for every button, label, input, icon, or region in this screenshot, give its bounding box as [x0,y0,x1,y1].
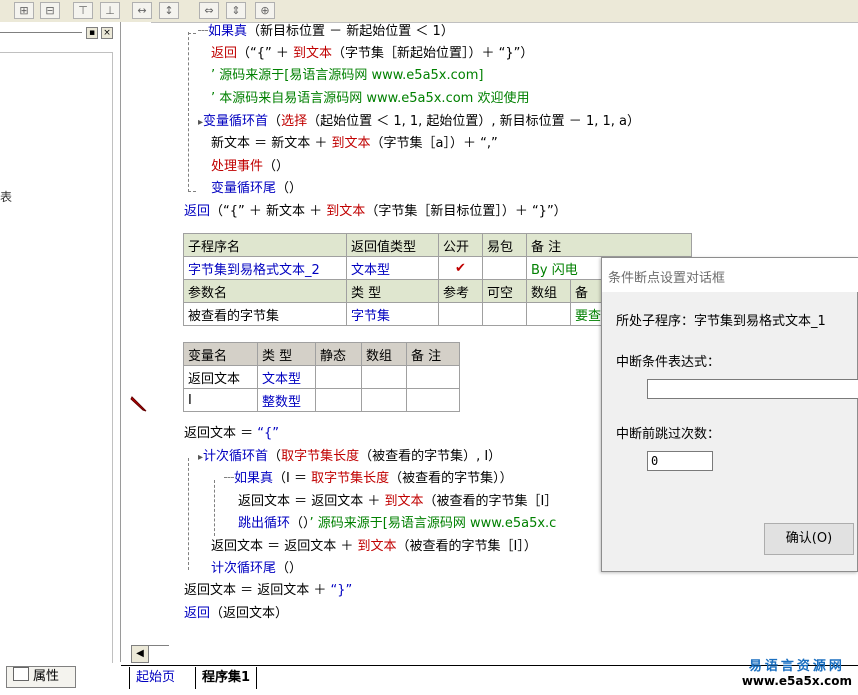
if-guide [214,480,215,536]
gutter[interactable] [121,22,151,642]
dialog-title: 条件断点设置对话框 [608,271,726,286]
return-type-cell[interactable]: 文本型 [346,256,439,280]
center-icon[interactable]: ⊕ [255,2,275,19]
table-header: 备 注 [526,233,692,257]
table-header: 变量名 [183,342,258,366]
code-line[interactable]: 跳出循环（）’ 源码来源于[易语言源码网 www.e5a5x.c [238,514,556,534]
param-name-cell[interactable]: 被查看的字节集 [183,302,347,326]
tab-start-page[interactable]: 起始页 [129,667,181,689]
table-header: 静态 [315,342,362,366]
code-line[interactable]: 处理事件（） [211,157,289,177]
code-line[interactable]: 返回（“{” ＋ 新文本 ＋ 到文本（字节集［新目标位置］）＋ “}”） [184,202,567,222]
table-header-row: 变量名 类 型 静态 数组 备 注 [183,342,460,366]
left-panel: ▪ × 表 [0,22,121,663]
table-header: 备 注 [406,342,460,366]
loop-guide [188,458,189,570]
v-space-icon[interactable]: ⇕ [226,2,246,19]
align-justify-icon[interactable]: ⊥ [100,2,120,19]
code-line[interactable]: 如果真（I ＝ 取字节集长度（被查看的字节集）） [224,469,513,489]
code-line[interactable]: 计次循环尾（） [211,559,302,579]
condition-label: 中断条件表达式： [616,355,721,370]
site-watermark: 易语言资源网 www.e5a5x.com [742,655,852,688]
code-line[interactable]: ▸计次循环首（取字节集长度（被查看的字节集）, I） [198,447,501,468]
param-nullable-cell[interactable] [482,302,527,326]
same-width-icon[interactable]: ↔ [132,2,152,19]
scroll-left-icon[interactable]: ◀ [131,645,149,663]
table-header: 数组 [526,279,571,303]
skip-count-input[interactable] [647,451,713,471]
table-header: 类 型 [257,342,316,366]
align-right-icon[interactable]: ⊤ [73,2,93,19]
param-type-cell[interactable]: 字节集 [346,302,439,326]
conditional-breakpoint-dialog: 条件断点设置对话框 所处子程序：字节集到易格式文本_1 中断条件表达式： 中断前… [601,257,858,572]
comment-line[interactable]: ’ 本源码来自易语言源码网 www.e5a5x.com 欢迎使用 [211,89,529,109]
public-check-cell[interactable]: ✔ [438,256,483,280]
properties-icon [13,667,29,681]
code-line[interactable]: 返回文本 ＝ 返回文本 ＋ 到文本（被查看的字节集［I］） [211,537,537,557]
package-cell[interactable] [482,256,527,280]
horizontal-scrollbar[interactable] [149,645,169,664]
code-line[interactable]: 返回（返回文本） [184,604,288,624]
left-panel-header: ▪ × [0,26,120,40]
table-header: 易包 [482,233,527,257]
code-line[interactable]: 返回（“{” ＋ 到文本（字节集［新起始位置］）＋ “}”） [211,44,533,64]
code-line[interactable]: ▸变量循环首（选择（起始位置 ＜ 1, 1, 起始位置）, 新目标位置 － 1,… [198,112,640,133]
table-header: 类 型 [346,279,439,303]
var-static-cell[interactable] [315,365,362,389]
properties-label: 属性 [33,669,60,684]
dialog-title-bar[interactable]: 条件断点设置对话框 [602,258,858,292]
same-height-icon[interactable]: ↕ [159,2,179,19]
confirm-button[interactable]: 确认(O) [764,523,854,555]
code-line[interactable]: 变量循环尾（） [211,179,302,199]
tab-program-set-1[interactable]: 程序集1 [195,667,258,689]
guide-tick [188,33,196,34]
code-line[interactable]: 返回文本 ＝ “{” [184,424,279,444]
brand-url: www.e5a5x.com [741,674,852,688]
table-header: 参考 [438,279,483,303]
code-line[interactable]: 如果真（新目标位置 － 新起始位置 ＜ 1） [198,22,454,42]
skip-count-label: 中断前跳过次数： [616,427,721,442]
table-header: 数组 [361,342,407,366]
variable-table: 变量名 类 型 静态 数组 备 注 返回文本 文本型 I 整数型 [183,342,460,412]
var-static-cell[interactable] [315,388,362,412]
brand-name: 易语言资源网 [748,659,845,674]
var-type-cell[interactable]: 文本型 [257,365,316,389]
var-name-cell[interactable]: I [183,388,258,412]
table-header-row: 子程序名 返回值类型 公开 易包 备 注 [183,233,692,257]
condition-input[interactable] [647,379,858,399]
location-label: 所处子程序：字节集到易格式文本_1 [616,314,826,329]
breakpoint-pencil-icon[interactable] [129,394,149,414]
align-center-icon[interactable]: ⊟ [40,2,60,19]
table-row[interactable]: 返回文本 文本型 [183,365,460,389]
table-header: 子程序名 [183,233,347,257]
properties-tab[interactable]: 属性 [6,666,76,688]
var-array-cell[interactable] [361,388,407,412]
table-header: 可空 [482,279,527,303]
code-line[interactable]: 新文本 ＝ 新文本 ＋ 到文本（字节集［a］）＋ “,” [211,134,498,154]
toolbar: ⊞ ⊟ ⊤ ⊥ ↔ ↕ ⇔ ⇕ ⊕ [0,0,858,23]
var-name-cell[interactable]: 返回文本 [183,365,258,389]
align-left-icon[interactable]: ⊞ [14,2,34,19]
comment-line[interactable]: ’ 源码来源于[易语言源码网 www.e5a5x.com] [211,66,483,86]
var-type-cell[interactable]: 整数型 [257,388,316,412]
table-header: 公开 [438,233,483,257]
param-array-cell[interactable] [526,302,571,326]
table-header: 返回值类型 [346,233,439,257]
close-icon[interactable]: × [101,27,113,39]
var-note-cell[interactable] [406,388,460,412]
guide-tick [188,191,196,192]
var-array-cell[interactable] [361,365,407,389]
h-space-icon[interactable]: ⇔ [199,2,219,19]
var-note-cell[interactable] [406,365,460,389]
left-panel-body: 表 [0,52,113,663]
left-panel-text: 表 [0,190,13,204]
param-ref-cell[interactable] [438,302,483,326]
table-header: 参数名 [183,279,347,303]
subroutine-name-cell[interactable]: 字节集到易格式文本_2 [183,256,347,280]
code-line[interactable]: 返回文本 ＝ 返回文本 ＋ 到文本（被查看的字节集［I］ [238,492,557,512]
loop-guide [188,32,189,192]
pin-icon[interactable]: ▪ [86,27,98,39]
table-row[interactable]: I 整数型 [183,388,460,412]
code-line[interactable]: 返回文本 ＝ 返回文本 ＋ “}” [184,581,352,601]
